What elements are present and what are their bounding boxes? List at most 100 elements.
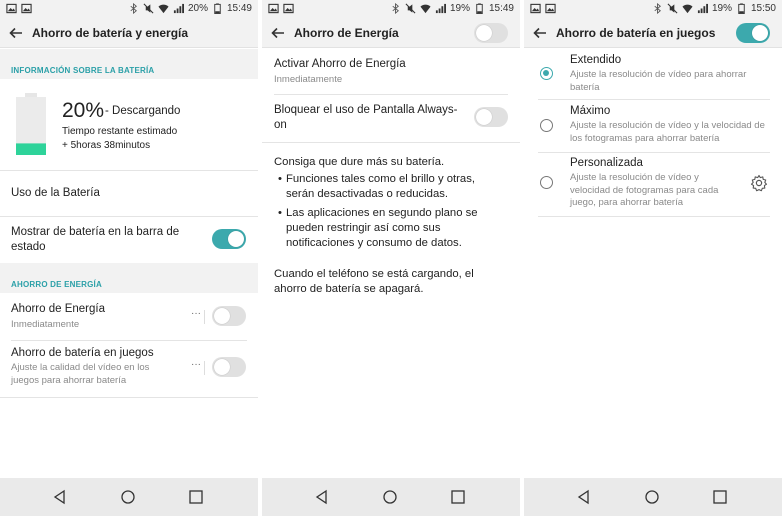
game-battery-saver-screen: 19% 15:50 Ahorro de batería en juegos Ex… <box>524 0 782 516</box>
power-saver-toggle[interactable] <box>212 306 246 326</box>
image-icon <box>21 3 32 14</box>
radio-extended[interactable] <box>540 67 553 80</box>
game-battery-saver-master-toggle[interactable] <box>736 23 770 43</box>
status-battery-percent: 19% <box>711 3 732 14</box>
activate-power-saving-subtitle: Inmediatamente <box>274 74 343 85</box>
nav-back-icon[interactable] <box>576 489 592 505</box>
nav-home-icon[interactable] <box>382 489 398 505</box>
bluetooth-icon <box>392 3 399 14</box>
app-bar: Ahorro de batería en juegos <box>524 18 782 48</box>
game-battery-saver-item[interactable]: Ahorro de batería en juegos Ajuste la ca… <box>0 341 258 397</box>
status-bar: 20% 15:49 <box>0 0 258 18</box>
more-options-icon[interactable]: ··· <box>191 308 201 319</box>
signal-icon <box>697 3 708 14</box>
section-header-power-saving: AHORRO DE ENERGÍA <box>0 263 258 293</box>
nav-back-icon[interactable] <box>52 489 68 505</box>
radio-maximum[interactable] <box>540 119 553 132</box>
section-header-battery-info: INFORMACIÓN SOBRE LA BATERÍA <box>0 49 258 79</box>
status-battery-percent: 19% <box>449 3 470 14</box>
radio-custom[interactable] <box>540 176 553 189</box>
option-extended[interactable]: Extendido Ajuste la resolución de vídeo … <box>524 50 782 98</box>
bluetooth-icon <box>654 3 661 14</box>
nav-recents-icon[interactable] <box>188 489 204 505</box>
block-always-on-toggle[interactable] <box>474 107 508 127</box>
nav-back-icon[interactable] <box>314 489 330 505</box>
nav-home-icon[interactable] <box>644 489 660 505</box>
divider <box>0 397 258 398</box>
mute-icon <box>405 3 416 14</box>
separator <box>204 361 205 375</box>
section-header-label: AHORRO DE ENERGÍA <box>11 280 102 289</box>
battery-usage-label: Uso de la Batería <box>11 187 100 199</box>
remaining-value: + 5horas 38minutos <box>62 140 151 151</box>
option-extended-title: Extendido <box>570 54 622 66</box>
power-saver-title: Ahorro de Energía <box>11 303 105 315</box>
game-battery-saver-title: Ahorro de batería en juegos <box>11 347 154 359</box>
option-custom[interactable]: Personalizada Ajuste la resolución de ví… <box>524 153 782 216</box>
power-saver-item[interactable]: Ahorro de Energía Inmediatamente ··· <box>0 294 258 340</box>
back-arrow-icon[interactable] <box>532 25 548 41</box>
nav-home-icon[interactable] <box>120 489 136 505</box>
status-battery-percent: 20% <box>187 3 208 14</box>
app-bar: Ahorro de Energía <box>262 18 520 48</box>
status-time: 15:49 <box>488 3 514 14</box>
gear-icon[interactable] <box>750 174 768 192</box>
wifi-icon <box>158 4 169 14</box>
option-extended-desc: Ajuste la resolución de vídeo para ahorr… <box>570 69 747 93</box>
navigation-bar <box>262 478 520 516</box>
remaining-label: Tiempo restante estimado <box>62 126 178 137</box>
game-battery-saver-toggle[interactable] <box>212 357 246 377</box>
app-bar: Ahorro de batería y energía <box>0 18 258 48</box>
navigation-bar <box>0 478 258 516</box>
show-battery-statusbar-label: Mostrar de batería en la barra de estado <box>11 226 180 253</box>
divider <box>538 216 770 217</box>
block-always-on-item[interactable]: Bloquear el uso de Pantalla Always-on <box>262 95 520 141</box>
charging-note: Cuando el teléfono se está cargando, el … <box>274 268 474 295</box>
nav-recents-icon[interactable] <box>450 489 466 505</box>
page-title: Ahorro de batería en juegos <box>556 26 716 40</box>
info-intro: Consiga que dure más su batería. <box>274 156 445 168</box>
show-battery-statusbar-toggle[interactable] <box>212 229 246 249</box>
battery-icon <box>738 3 745 14</box>
option-custom-title: Personalizada <box>570 157 643 169</box>
power-saving-master-toggle[interactable] <box>474 23 508 43</box>
image-icon <box>283 3 294 14</box>
back-arrow-icon[interactable] <box>8 25 24 41</box>
back-arrow-icon[interactable] <box>270 25 286 41</box>
status-time: 15:50 <box>750 3 776 14</box>
info-bullet: Funciones tales como el brillo y otras, … <box>286 173 475 200</box>
battery-usage-item[interactable]: Uso de la Batería <box>0 171 258 215</box>
mute-icon <box>143 3 154 14</box>
image-icon <box>6 3 17 14</box>
wifi-icon <box>682 4 693 14</box>
status-time: 15:49 <box>226 3 252 14</box>
separator <box>204 310 205 324</box>
page-title: Ahorro de batería y energía <box>32 26 189 40</box>
image-icon <box>268 3 279 14</box>
image-icon <box>530 3 541 14</box>
info-bullet: Las aplicaciones en segundo plano se pue… <box>286 207 478 249</box>
activate-power-saving-item[interactable]: Activar Ahorro de Energía Inmediatamente <box>262 50 520 94</box>
battery-icon <box>214 3 221 14</box>
signal-icon <box>435 3 446 14</box>
status-bar: 19% 15:49 <box>262 0 520 18</box>
battery-percent: 20% <box>62 99 105 122</box>
signal-icon <box>173 3 184 14</box>
show-battery-statusbar-item[interactable]: Mostrar de batería en la barra de estado <box>0 217 258 263</box>
more-options-icon[interactable]: ··· <box>191 359 201 370</box>
nav-recents-icon[interactable] <box>712 489 728 505</box>
game-battery-saver-subtitle: Ajuste la calidad del vídeo en los juego… <box>11 362 150 386</box>
page-title: Ahorro de Energía <box>294 26 399 40</box>
mute-icon <box>667 3 678 14</box>
option-maximum-title: Máximo <box>570 105 611 117</box>
bullet-dot: • <box>278 207 282 219</box>
wifi-icon <box>420 4 431 14</box>
bluetooth-icon <box>130 3 137 14</box>
block-always-on-title: Bloquear el uso de Pantalla Always-on <box>274 104 458 131</box>
power-saving-screen: 19% 15:49 Ahorro de Energía Activar Ahor… <box>262 0 520 516</box>
option-maximum[interactable]: Máximo Ajuste la resolución de vídeo y l… <box>524 100 782 152</box>
navigation-bar <box>524 478 782 516</box>
activate-power-saving-title: Activar Ahorro de Energía <box>274 58 406 70</box>
battery-state: - Descargando <box>105 105 181 117</box>
power-saver-subtitle: Inmediatamente <box>11 319 80 330</box>
